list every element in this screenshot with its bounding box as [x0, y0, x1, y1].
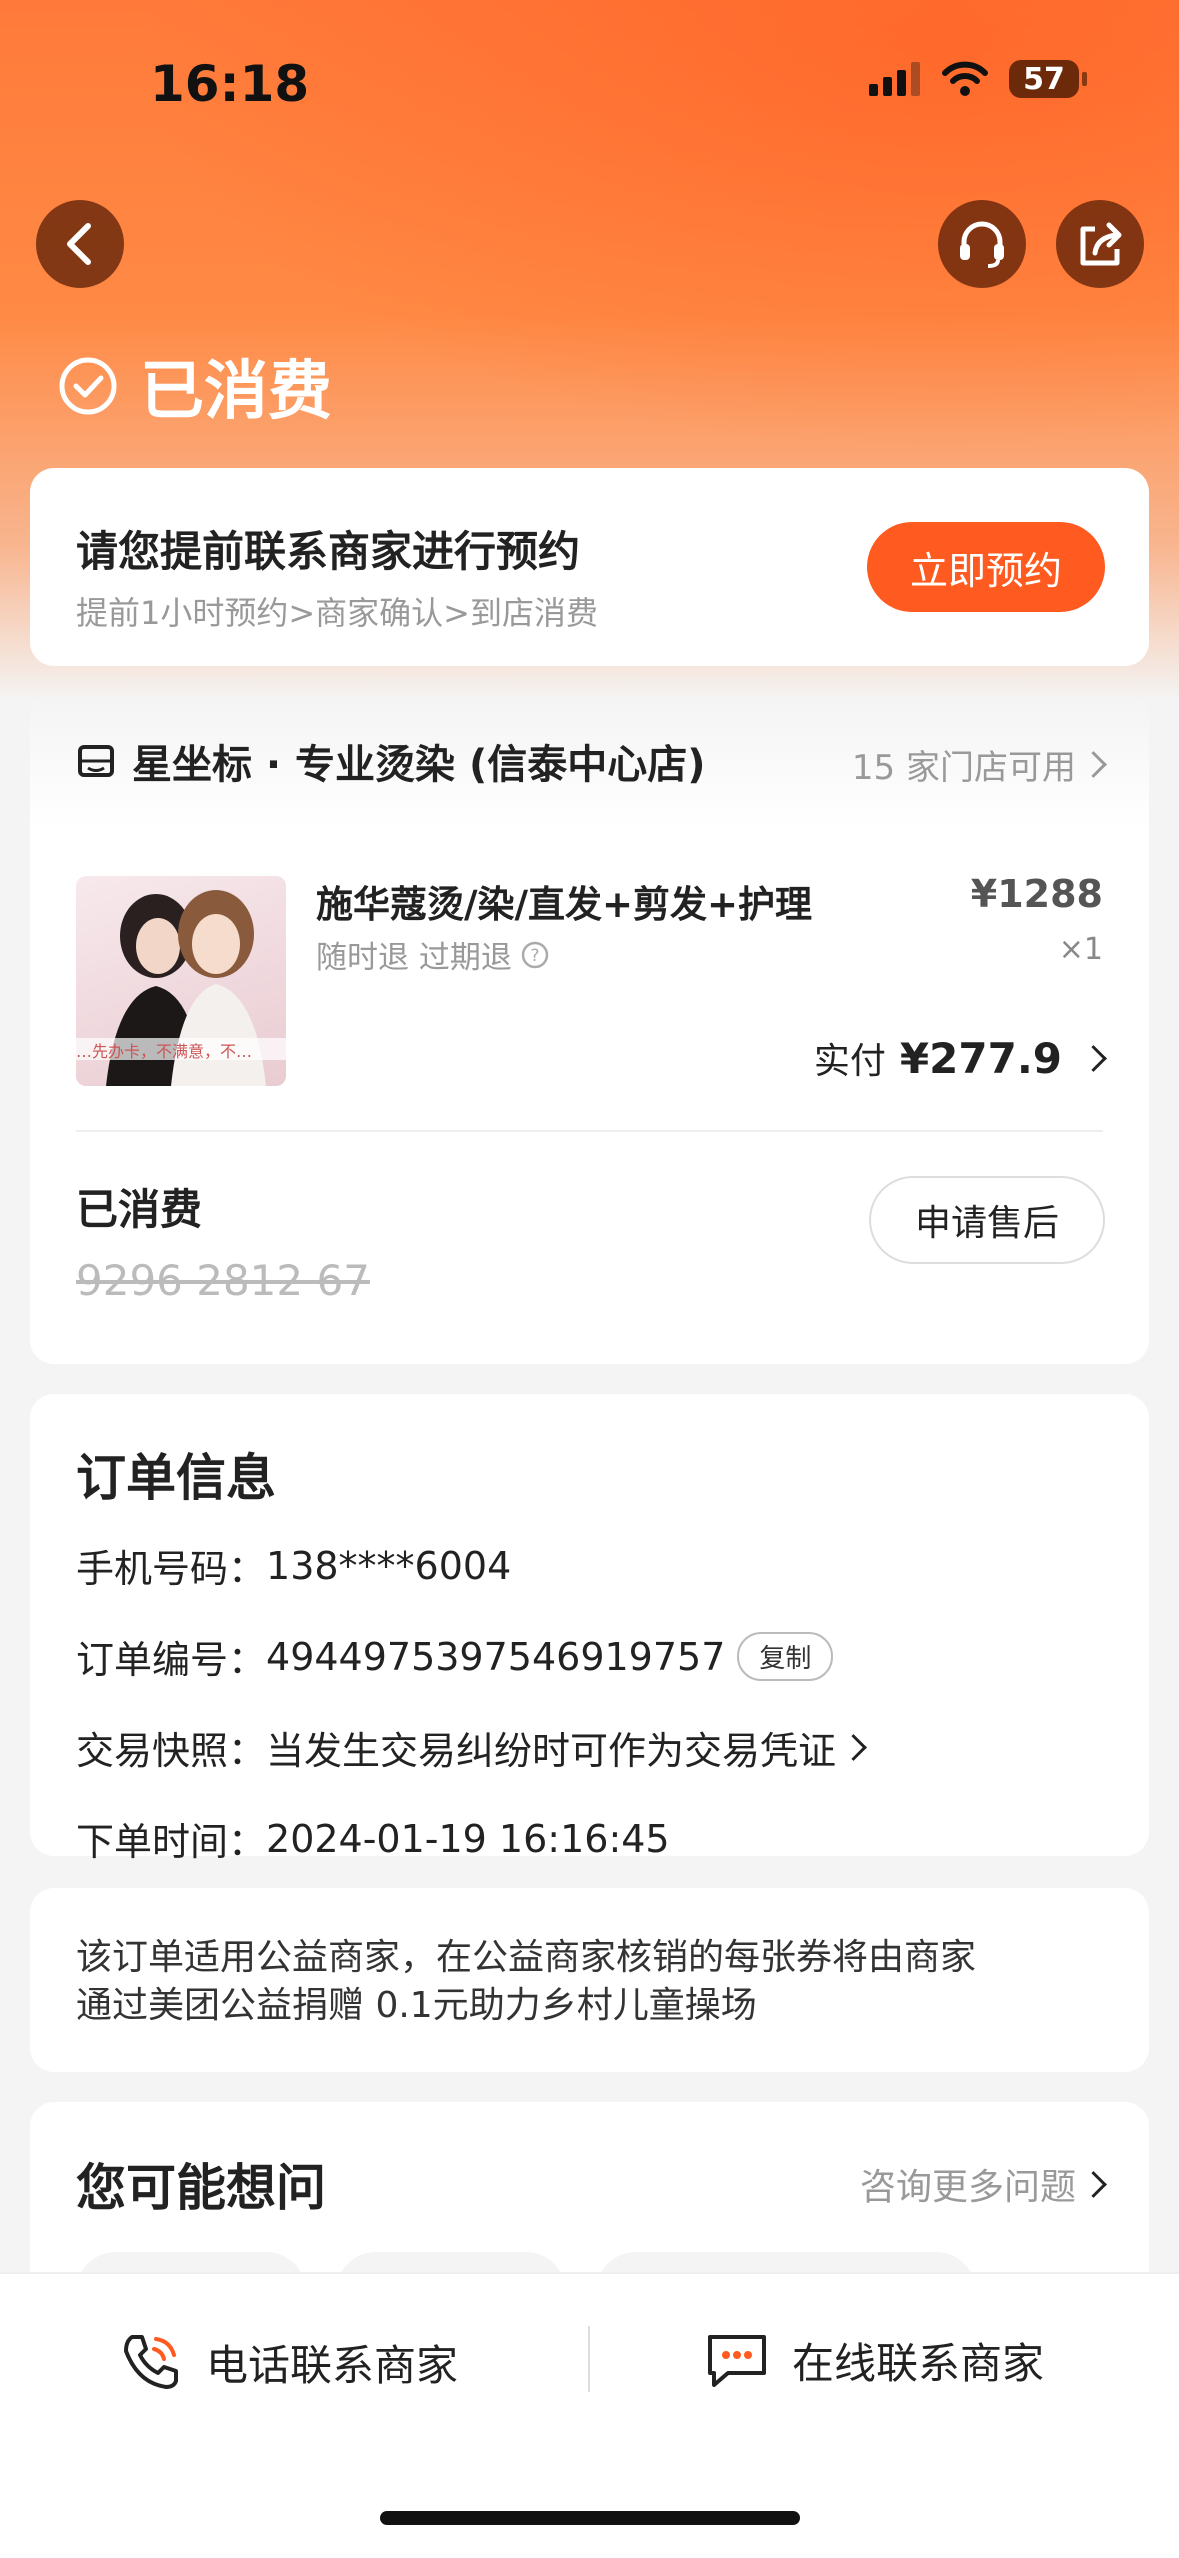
order-info-title: 订单信息 — [76, 1449, 276, 1507]
snapshot-value: 当发生交易纠纷时可作为交易凭证 — [266, 1729, 837, 1773]
copy-button[interactable]: 复制 — [737, 1632, 834, 1681]
chevron-right-icon — [1080, 1044, 1107, 1072]
online-contact-label: 在线联系商家 — [792, 2338, 1045, 2388]
more-questions-label: 咨询更多问题 — [859, 2167, 1076, 2208]
order-number-value: 4944975397546919757 — [266, 1634, 726, 1679]
snapshot-label: 交易快照： — [76, 1729, 267, 1773]
order-time-label: 下单时间： — [76, 1820, 267, 1864]
store-link[interactable]: 星坐标 · 专业烫染 (信泰中心店) — [76, 732, 706, 790]
snapshot-row[interactable]: 交易快照： 当发生交易纠纷时可作为交易凭证 — [76, 1720, 867, 1775]
reservation-title: 请您提前联系商家进行预约 — [76, 527, 581, 576]
stores-available-label: 15 家门店可用 — [851, 748, 1076, 788]
store-name: 星坐标 · 专业烫染 (信泰中心店) — [132, 742, 706, 788]
order-number-label: 订单编号： — [76, 1638, 267, 1682]
product-image[interactable]: …先办卡，不满意，不… — [76, 876, 286, 1086]
bottom-divider — [588, 2326, 590, 2392]
stores-available-link[interactable]: 15 家门店可用 — [851, 740, 1107, 789]
charity-note-line1: 该订单适用公益商家，在公益商家核销的每张券将由商家 — [76, 1937, 977, 1978]
share-button[interactable] — [1056, 200, 1144, 288]
more-questions-link[interactable]: 咨询更多问题 — [859, 2158, 1107, 2210]
order-status-header: 已消费 — [58, 340, 332, 432]
original-price: ¥1288 — [970, 872, 1103, 916]
customer-service-button[interactable] — [938, 200, 1026, 288]
phone-row: 手机号码： 138****6004 — [76, 1538, 863, 1593]
chevron-right-icon — [1080, 751, 1107, 778]
store-order-card: 星坐标 · 专业烫染 (信泰中心店) 15 家门店可用 …先办卡，不满意，不… … — [30, 696, 1149, 1364]
reservation-steps: 提前1小时预约>商家确认>到店消费 — [76, 594, 598, 632]
reserve-now-button[interactable]: 立即预约 — [867, 522, 1105, 612]
headset-icon — [960, 221, 1004, 268]
paid-label: 实付 — [813, 1041, 886, 1082]
product-name: 施华蔻烫/染/直发+剪发+护理 — [316, 883, 813, 926]
order-info-card: 订单信息 手机号码： 138****6004 订单编号： 49449753975… — [30, 1394, 1149, 1864]
after-sale-button[interactable]: 申请售后 — [869, 1176, 1105, 1264]
back-button[interactable] — [36, 200, 124, 288]
refund-policy: 随时退 过期退 ? — [316, 932, 550, 977]
coupon-code: 9296 2812 67 — [76, 1256, 370, 1305]
store-icon — [78, 745, 114, 777]
home-indicator[interactable] — [380, 2511, 800, 2525]
check-circle-icon — [59, 357, 117, 415]
divider — [76, 1130, 1103, 1132]
phone-contact-button[interactable]: 电话联系商家 — [118, 2329, 458, 2395]
phone-value: 138****6004 — [266, 1543, 512, 1588]
order-time-row: 下单时间： 2024-01-19 16:16:45 — [76, 1811, 863, 1866]
charity-note-card: 该订单适用公益商家，在公益商家核销的每张券将由商家 通过美团公益捐赠 0.1元助… — [30, 1888, 1149, 2072]
wifi-icon — [942, 61, 988, 96]
status-time: 16:18 — [150, 55, 310, 113]
reservation-card: 请您提前联系商家进行预约 提前1小时预约>商家确认>到店消费 立即预约 — [30, 468, 1149, 666]
consume-status: 已消费 — [76, 1185, 203, 1234]
help-circle-icon[interactable]: ? — [520, 940, 550, 970]
page-title: 已消费 — [140, 355, 332, 429]
phone-contact-label: 电话联系商家 — [206, 2340, 459, 2390]
back-icon — [67, 223, 91, 265]
order-number-row: 订单编号： 4944975397546919757 复制 — [76, 1629, 863, 1684]
signal-icon — [869, 62, 920, 96]
paid-amount: ¥277.9 — [899, 1033, 1062, 1083]
product-image-caption: …先办卡，不满意，不… — [76, 1038, 286, 1060]
share-icon — [1080, 222, 1122, 266]
chevron-right-icon — [1080, 2170, 1107, 2198]
chevron-right-icon — [840, 1734, 867, 1761]
quantity: ×1 — [1058, 932, 1103, 967]
paid-amount-link[interactable]: 实付 ¥277.9 — [813, 1032, 1107, 1084]
battery-indicator: 57 — [1009, 60, 1087, 98]
refund-tags: 随时退 过期退 — [316, 940, 512, 976]
order-time-value: 2024-01-19 16:16:45 — [266, 1816, 670, 1861]
phone-label: 手机号码： — [76, 1547, 267, 1591]
chat-icon — [708, 2335, 766, 2387]
charity-note-line2: 通过美团公益捐赠 0.1元助力乡村儿童操场 — [76, 1985, 757, 2026]
faq-title: 您可能想问 — [76, 2159, 326, 2217]
svg-text:?: ? — [530, 946, 539, 966]
status-icons: 57 — [869, 60, 1087, 98]
phone-icon — [124, 2335, 178, 2389]
online-contact-button[interactable]: 在线联系商家 — [704, 2329, 1044, 2391]
